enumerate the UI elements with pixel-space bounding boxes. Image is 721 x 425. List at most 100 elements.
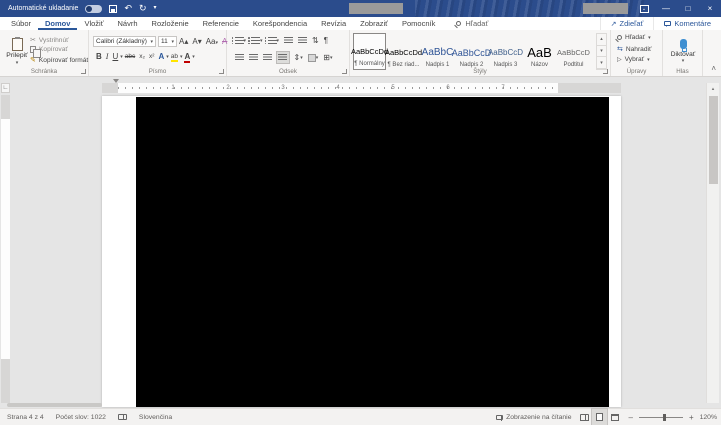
multilevel-list-button[interactable]: ▾ xyxy=(264,37,279,45)
shading-button[interactable]: ▾ xyxy=(307,53,318,62)
decrease-indent-button[interactable] xyxy=(284,36,294,45)
superscript-button[interactable]: x² xyxy=(149,53,154,60)
styles-scroll-up[interactable]: ▴ xyxy=(597,34,606,46)
word-count[interactable]: Počet slov: 1022 xyxy=(56,414,106,421)
tab-referencie[interactable]: Referencie xyxy=(196,17,246,30)
tab-navrh[interactable]: Návrh xyxy=(111,17,145,30)
read-mode-button[interactable] xyxy=(577,409,592,425)
align-left-button[interactable] xyxy=(234,53,244,62)
vertical-scrollbar[interactable]: ▴ xyxy=(706,83,719,403)
tab-vlozit[interactable]: Vložiť xyxy=(77,17,110,30)
tab-domov[interactable]: Domov xyxy=(38,17,77,30)
paragraph-dialog-launcher[interactable] xyxy=(342,69,347,74)
subscript-button[interactable]: x₂ xyxy=(139,53,145,60)
zoom-in-button[interactable]: + xyxy=(689,413,694,422)
font-color-button[interactable]: A xyxy=(184,52,191,63)
highlight-button[interactable]: ab xyxy=(170,53,178,62)
justify-button[interactable] xyxy=(275,51,290,64)
grow-font-button[interactable]: A▴ xyxy=(179,37,188,46)
redo-icon[interactable]: ↻ xyxy=(139,0,147,17)
styles-scroll-down[interactable]: ▾ xyxy=(597,46,606,58)
share-button[interactable]: ↗ Zdieľať xyxy=(599,17,654,30)
style-normalny[interactable]: AaBbCcDd ¶ Normálny xyxy=(351,33,388,70)
zoom-level[interactable]: 120% xyxy=(700,414,717,421)
find-button[interactable]: Hľadať ▾ xyxy=(617,34,651,41)
reading-view-button[interactable]: Zobrazenie na čítanie xyxy=(496,414,571,421)
dictate-button[interactable]: Diktovať ▾ xyxy=(667,34,699,69)
scroll-up-icon[interactable]: ▴ xyxy=(707,83,719,94)
align-right-button[interactable] xyxy=(262,53,272,62)
font-size-select[interactable]: 11 ▾ xyxy=(158,36,177,47)
tab-pomocnik[interactable]: Pomocník xyxy=(395,17,442,30)
style-podtitul[interactable]: AaBbCcD Podtitul xyxy=(557,33,590,70)
close-button[interactable]: × xyxy=(699,0,721,17)
tab-revizia[interactable]: Revízia xyxy=(314,17,353,30)
font-name-select[interactable]: Calibri (Základný) ▾ xyxy=(93,36,156,47)
font-color-dropdown-icon[interactable]: ▾ xyxy=(192,54,195,60)
copy-button[interactable]: Kopírovať xyxy=(30,46,68,58)
show-marks-button[interactable]: ¶ xyxy=(324,36,328,45)
replace-button[interactable]: ⇆ Nahradiť xyxy=(617,45,651,54)
web-layout-button[interactable] xyxy=(607,409,622,425)
save-icon[interactable] xyxy=(109,4,118,13)
clipboard-dialog-launcher[interactable] xyxy=(81,69,86,74)
comments-button[interactable]: Komentáre xyxy=(653,17,721,30)
underline-dropdown-icon[interactable]: ▾ xyxy=(120,54,123,60)
vertical-ruler[interactable] xyxy=(1,95,10,403)
zoom-slider[interactable] xyxy=(638,413,683,421)
undo-icon[interactable]: ↶ xyxy=(124,0,132,17)
style-bez-riadkovania[interactable]: AaBbCcDd ¶ Bez riad... xyxy=(385,33,422,70)
cut-button[interactable]: ✂ Vystrihnúť xyxy=(30,36,69,45)
numbered-list-button[interactable]: ▾ xyxy=(248,37,263,45)
collapse-ribbon-icon[interactable]: ˄ xyxy=(711,64,716,73)
horizontal-scrollbar-thumb[interactable] xyxy=(7,403,102,407)
style-nadpis-2[interactable]: AaBbCcD Nadpis 2 xyxy=(452,33,492,70)
language-indicator[interactable]: Slovenčina xyxy=(139,414,172,421)
ribbon-display-options-button[interactable]: ⌄ xyxy=(633,0,655,17)
ruler-number: 3 xyxy=(281,84,285,91)
increase-indent-button[interactable] xyxy=(298,36,308,45)
highlight-dropdown-icon[interactable]: ▾ xyxy=(180,54,183,60)
qat-more-icon[interactable]: ▾ xyxy=(154,0,157,17)
text-effects-button[interactable]: A xyxy=(158,52,164,61)
borders-button[interactable]: ⊞ ▾ xyxy=(323,53,332,62)
tab-korespondencia[interactable]: Korešpondencia xyxy=(246,17,314,30)
zoom-slider-thumb[interactable] xyxy=(662,413,666,421)
tab-selector[interactable]: ∟ xyxy=(1,83,10,93)
print-layout-button[interactable] xyxy=(591,408,609,425)
change-case-button[interactable]: Aa▾ xyxy=(206,37,218,46)
numbered-list-icon xyxy=(248,37,261,45)
line-spacing-button[interactable]: ⇕ ▾ xyxy=(294,53,303,62)
bullet-list-button[interactable]: ▾ xyxy=(231,37,246,45)
underline-button[interactable]: U xyxy=(112,52,118,61)
paste-button[interactable]: Prilepiť ▾ xyxy=(4,33,30,70)
autosave-toggle[interactable] xyxy=(85,4,103,13)
strikethrough-button[interactable]: abc xyxy=(125,53,135,60)
vertical-scrollbar-thumb[interactable] xyxy=(709,96,718,184)
style-nadpis-1[interactable]: AaBbC Nadpis 1 xyxy=(421,33,454,70)
horizontal-ruler[interactable]: 1 2 3 4 5 6 7 xyxy=(102,79,621,106)
shrink-font-button[interactable]: A▾ xyxy=(192,37,201,46)
page-indicator[interactable]: Strana 4 z 4 xyxy=(7,414,44,421)
tab-rozlozenie[interactable]: Rozloženie xyxy=(145,17,196,30)
tab-zobrazit[interactable]: Zobraziť xyxy=(353,17,395,30)
sort-button[interactable]: ⇅ xyxy=(312,36,319,45)
select-button[interactable]: ▷ Vybrať ▾ xyxy=(617,56,650,63)
style-nazov[interactable]: AaB Názov xyxy=(523,33,556,70)
style-nadpis-3[interactable]: AaBbCcD Nadpis 3 xyxy=(488,33,523,70)
italic-button[interactable]: I xyxy=(106,52,109,61)
minimize-button[interactable]: — xyxy=(655,0,677,17)
align-center-button[interactable] xyxy=(248,53,258,62)
font-size-dropdown-icon: ▾ xyxy=(171,38,174,45)
search-box[interactable]: Hľadať xyxy=(456,19,488,28)
styles-dialog-launcher[interactable] xyxy=(603,69,608,74)
bold-button[interactable]: B xyxy=(96,52,102,61)
proofing-icon[interactable] xyxy=(117,414,127,420)
format-painter-button[interactable]: ✎ Kopírovať formát xyxy=(30,56,88,65)
maximize-button[interactable]: □ xyxy=(677,0,699,17)
zoom-out-button[interactable]: – xyxy=(628,413,632,422)
font-dialog-launcher[interactable] xyxy=(219,69,224,74)
text-effects-dropdown-icon[interactable]: ▾ xyxy=(166,54,169,60)
ribbon-tab-row: Súbor Domov Vložiť Návrh Rozloženie Refe… xyxy=(0,17,721,30)
tab-subor[interactable]: Súbor xyxy=(4,17,38,30)
